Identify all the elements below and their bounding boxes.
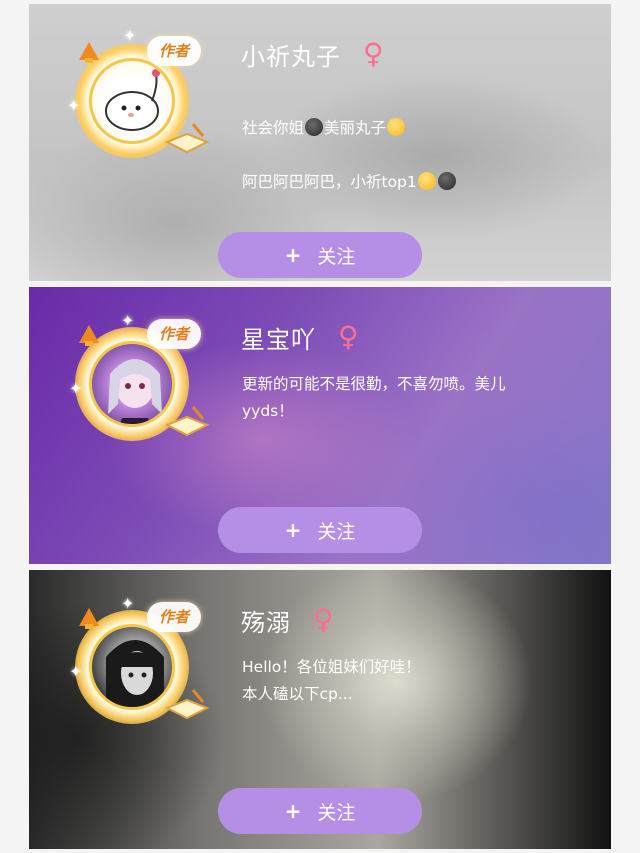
- bio-text: 社会你姐: [242, 119, 305, 137]
- book-quill-icon: [164, 406, 210, 437]
- lamp-icon: [79, 608, 99, 629]
- nickname[interactable]: 小祈丸子: [241, 37, 341, 72]
- author-badge: 作者: [147, 36, 201, 66]
- dark-moon-emoji-icon: [305, 118, 324, 136]
- author-card[interactable]: ✦ ✦ 作者 星宝吖 ♀ 更新的可能不是很勤，不喜勿喷。美儿 yyds！ + 关…: [29, 287, 611, 564]
- bio-text: 阿巴阿巴阿巴，小祈top1: [242, 173, 417, 191]
- sparkle-icon: ✦: [69, 662, 83, 681]
- follow-button[interactable]: + 关注: [218, 788, 422, 834]
- book-quill-icon: [164, 689, 210, 720]
- author-card[interactable]: ✦ ✦ 作者 殇溺 ♀ Hello！各位姐妹们好哇！ 本人磕以下cp... + …: [29, 570, 611, 849]
- nickname[interactable]: 星宝吖: [241, 320, 316, 355]
- smiling-face-emoji-icon: [387, 118, 406, 136]
- plus-icon: +: [284, 243, 302, 267]
- upside-down-face-emoji-icon: [417, 172, 436, 190]
- author-badge: 作者: [147, 602, 201, 632]
- bio-text: 美丽丸子: [324, 119, 387, 137]
- sparkle-icon: ✦: [121, 594, 135, 613]
- sparkle-icon: ✦: [67, 96, 81, 115]
- name-row: 星宝吖 ♀: [241, 317, 359, 357]
- follow-button[interactable]: + 关注: [218, 507, 422, 553]
- lamp-icon: [79, 325, 99, 346]
- sparkle-icon: ✦: [69, 379, 83, 398]
- author-card[interactable]: ✦ ✦ 作者 小祈丸子 ♀ 社会你姐 美丽丸子 阿巴阿巴阿巴，小祈top1 + 关…: [29, 4, 611, 281]
- book-quill-icon: [164, 123, 210, 154]
- follow-label: 关注: [317, 801, 356, 824]
- bio: Hello！各位姐妹们好哇！ 本人磕以下cp...: [242, 658, 421, 703]
- name-row: 小祈丸子 ♀: [241, 34, 384, 74]
- avatar-frame[interactable]: ✦ ✦ 作者: [67, 590, 217, 740]
- sparkle-icon: ✦: [123, 26, 137, 45]
- avatar-frame[interactable]: ✦ ✦ 作者: [67, 24, 217, 174]
- avatar-frame[interactable]: ✦ ✦ 作者: [67, 307, 217, 457]
- female-icon: ♀: [363, 37, 384, 70]
- name-row: 殇溺 ♀: [241, 600, 334, 640]
- dark-moon-emoji-icon: [437, 172, 456, 190]
- lamp-icon: [79, 42, 99, 63]
- follow-button[interactable]: + 关注: [218, 232, 422, 278]
- author-badge: 作者: [147, 319, 201, 349]
- bio: 社会你姐 美丽丸子 阿巴阿巴阿巴，小祈top1: [242, 88, 572, 196]
- sparkle-icon: ✦: [121, 311, 135, 330]
- follow-label: 关注: [317, 245, 356, 268]
- female-icon: ♀: [338, 320, 359, 353]
- plus-icon: +: [284, 518, 302, 542]
- follow-label: 关注: [317, 520, 356, 543]
- nickname[interactable]: 殇溺: [241, 603, 291, 638]
- bio: 更新的可能不是很勤，不喜勿喷。美儿 yyds！: [242, 375, 506, 420]
- female-icon: ♀: [313, 603, 334, 636]
- plus-icon: +: [284, 799, 302, 823]
